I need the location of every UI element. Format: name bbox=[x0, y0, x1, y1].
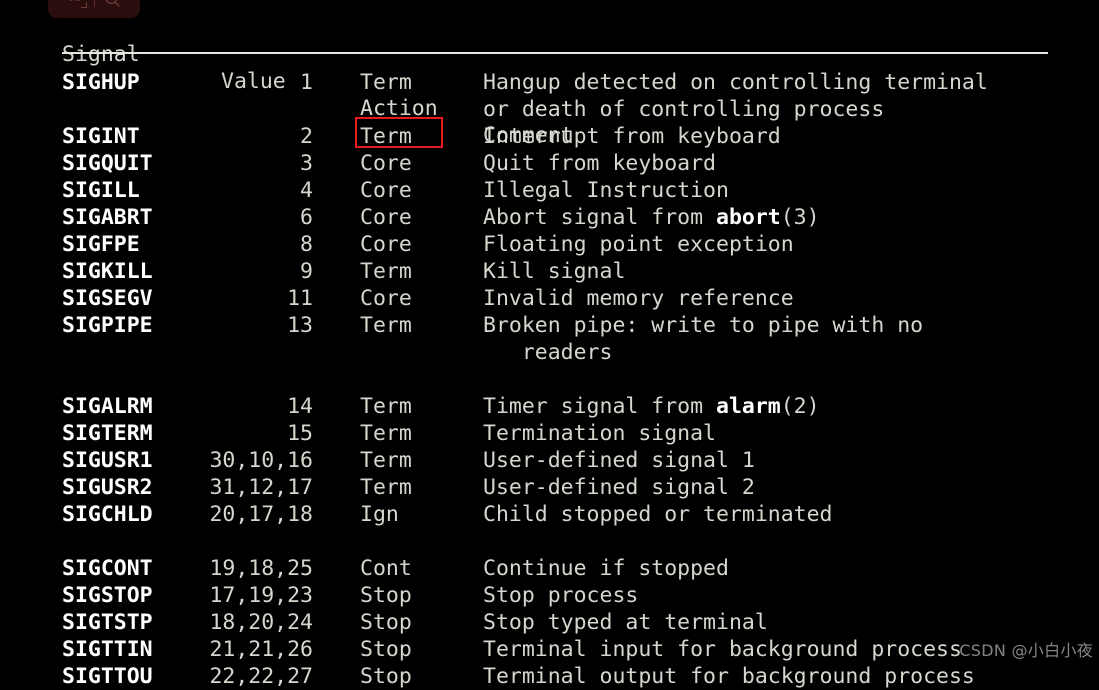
table-row: SIGHUP1TermHangup detected on controllin… bbox=[0, 69, 1099, 96]
cell-action: Term bbox=[360, 312, 444, 339]
cell-value: 31,12,17 bbox=[180, 474, 313, 501]
cell-comment: Terminal output for background process bbox=[483, 663, 975, 690]
cell-value: 4 bbox=[180, 177, 313, 204]
cell-comment: readers bbox=[483, 339, 612, 366]
table-row: SIGSEGV11CoreInvalid memory reference bbox=[0, 285, 1099, 312]
table-row: readers bbox=[0, 339, 1099, 366]
table-row: SIGTERM15TermTermination signal bbox=[0, 420, 1099, 447]
search-button[interactable] bbox=[95, 0, 131, 17]
cell-value: 2 bbox=[180, 123, 313, 150]
cell-action: Stop bbox=[360, 582, 444, 609]
table-row: SIGUSR130,10,16TermUser-defined signal 1 bbox=[0, 447, 1099, 474]
table-row: SIGQUIT3CoreQuit from keyboard bbox=[0, 150, 1099, 177]
search-icon bbox=[104, 0, 121, 8]
cell-comment: User-defined signal 1 bbox=[483, 447, 755, 474]
cell-comment: Invalid memory reference bbox=[483, 285, 794, 312]
cell-comment: Abort signal from abort(3) bbox=[483, 204, 820, 231]
column-header-signal: Signal bbox=[62, 41, 212, 68]
cell-action: Core bbox=[360, 204, 444, 231]
cell-comment: User-defined signal 2 bbox=[483, 474, 755, 501]
cell-value: 1 bbox=[180, 69, 313, 96]
table-row: SIGFPE8CoreFloating point exception bbox=[0, 231, 1099, 258]
cell-action: Term bbox=[360, 420, 444, 447]
cell-action: Stop bbox=[360, 609, 444, 636]
cell-action: Term bbox=[360, 447, 444, 474]
cell-comment: Illegal Instruction bbox=[483, 177, 729, 204]
cell-value: 3 bbox=[180, 150, 313, 177]
table-row: SIGILL4CoreIllegal Instruction bbox=[0, 177, 1099, 204]
ai-button[interactable]: AI bbox=[58, 0, 94, 17]
cell-comment: Timer signal from alarm(2) bbox=[483, 393, 820, 420]
cell-value: 15 bbox=[180, 420, 313, 447]
cell-action: Cont bbox=[360, 555, 444, 582]
cell-value: 6 bbox=[180, 204, 313, 231]
cell-action: Core bbox=[360, 150, 444, 177]
table-row: SIGTTIN21,21,26StopTerminal input for ba… bbox=[0, 636, 1099, 663]
cell-action: Stop bbox=[360, 636, 444, 663]
cell-value: 22,22,27 bbox=[180, 663, 313, 690]
ai-icon: AI bbox=[66, 0, 85, 7]
table-row bbox=[0, 528, 1099, 555]
page-root: Signal Value Action Comment SIGHUP1TermH… bbox=[0, 0, 1099, 665]
cell-value: 19,18,25 bbox=[180, 555, 313, 582]
signal-table: Signal Value Action Comment SIGHUP1TermH… bbox=[0, 0, 1099, 665]
cell-action: Core bbox=[360, 231, 444, 258]
table-row: SIGABRT6CoreAbort signal from abort(3) bbox=[0, 204, 1099, 231]
cell-value: 18,20,24 bbox=[180, 609, 313, 636]
cell-action: Term bbox=[360, 393, 444, 420]
table-row: SIGSTOP17,19,23StopStop process bbox=[0, 582, 1099, 609]
cell-value: 20,17,18 bbox=[180, 501, 313, 528]
selection-toolbar[interactable]: AI bbox=[48, 0, 140, 18]
table-row: SIGCONT19,18,25ContContinue if stopped bbox=[0, 555, 1099, 582]
cell-value: 21,21,26 bbox=[180, 636, 313, 663]
cell-action: Term bbox=[360, 474, 444, 501]
table-row: SIGTTOU22,22,27StopTerminal output for b… bbox=[0, 663, 1099, 690]
table-row: SIGKILL9TermKill signal bbox=[0, 258, 1099, 285]
cell-comment: Floating point exception bbox=[483, 231, 794, 258]
cell-comment: Quit from keyboard bbox=[483, 150, 716, 177]
table-header-row: Signal Value Action Comment bbox=[0, 14, 1099, 41]
table-row: SIGUSR231,12,17TermUser-defined signal 2 bbox=[0, 474, 1099, 501]
table-row: SIGINT2TermInterrupt from keyboard bbox=[0, 123, 1099, 150]
cell-value: 17,19,23 bbox=[180, 582, 313, 609]
cell-comment: Broken pipe: write to pipe with no bbox=[483, 312, 923, 339]
cell-comment: Stop typed at terminal bbox=[483, 609, 768, 636]
cell-action: Stop bbox=[360, 663, 444, 690]
cell-comment-emphasis: alarm bbox=[716, 394, 781, 419]
toolbar-divider bbox=[94, 0, 95, 7]
cell-action: Core bbox=[360, 285, 444, 312]
cell-action: Term bbox=[360, 123, 444, 150]
cell-action: Term bbox=[360, 69, 444, 96]
cell-comment: Hangup detected on controlling terminal bbox=[483, 69, 988, 96]
cell-comment: Continue if stopped bbox=[483, 555, 729, 582]
cell-value: 14 bbox=[180, 393, 313, 420]
cell-comment-emphasis: abort bbox=[716, 205, 781, 230]
cell-action: Core bbox=[360, 177, 444, 204]
header-divider bbox=[62, 52, 1048, 54]
table-row bbox=[0, 366, 1099, 393]
cell-comment: Stop process bbox=[483, 582, 638, 609]
cell-comment: Kill signal bbox=[483, 258, 625, 285]
cell-value: 11 bbox=[180, 285, 313, 312]
cell-value: 30,10,16 bbox=[180, 447, 313, 474]
cell-comment: Termination signal bbox=[483, 420, 716, 447]
cell-comment: Interrupt from keyboard bbox=[483, 123, 781, 150]
cell-action: Term bbox=[360, 258, 444, 285]
watermark: CSDN @小白小夜 bbox=[959, 637, 1093, 661]
cell-comment: Terminal input for background process bbox=[483, 636, 962, 663]
table-row: SIGALRM14TermTimer signal from alarm(2) bbox=[0, 393, 1099, 420]
table-row: or death of controlling process bbox=[0, 96, 1099, 123]
cell-value: 8 bbox=[180, 231, 313, 258]
cell-value: 13 bbox=[180, 312, 313, 339]
table-row: SIGCHLD20,17,18IgnChild stopped or termi… bbox=[0, 501, 1099, 528]
cell-action: Ign bbox=[360, 501, 444, 528]
cell-comment: or death of controlling process bbox=[483, 96, 884, 123]
table-row: SIGTSTP18,20,24StopStop typed at termina… bbox=[0, 609, 1099, 636]
cell-comment: Child stopped or terminated bbox=[483, 501, 833, 528]
cell-value: 9 bbox=[180, 258, 313, 285]
table-row: SIGPIPE13TermBroken pipe: write to pipe … bbox=[0, 312, 1099, 339]
